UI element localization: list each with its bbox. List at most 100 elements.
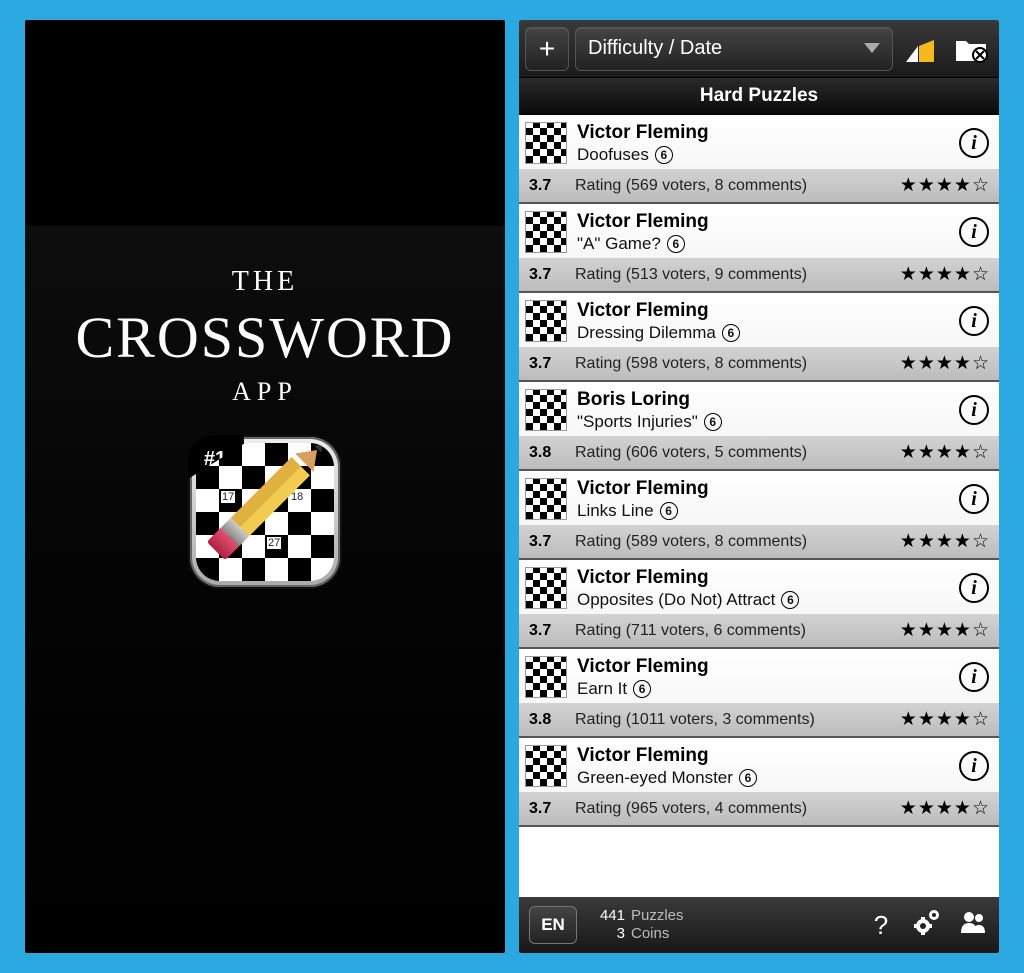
cost-badge: 6 (781, 591, 799, 609)
star-icon: ★ (954, 708, 971, 731)
cost-badge: 6 (667, 235, 685, 253)
app-icon: #1 17 18 27 (190, 437, 340, 587)
puzzle-row[interactable]: Victor Fleming Earn It 6 i 3.8 Rating (1… (519, 649, 999, 738)
info-button[interactable]: i (959, 128, 989, 158)
star-icon: ★ (936, 263, 953, 286)
puzzle-thumbnail (525, 478, 567, 520)
star-icon: ★ (954, 530, 971, 553)
info-button[interactable]: i (959, 751, 989, 781)
star-icon: ☆ (972, 530, 989, 553)
filter-button[interactable] (899, 27, 943, 71)
add-button[interactable]: + (525, 27, 569, 71)
rating-stars: ★★★★☆ (900, 263, 989, 286)
grid-number: 17 (221, 491, 235, 503)
rating-score: 3.8 (529, 711, 563, 729)
star-icon: ☆ (972, 263, 989, 286)
cost-badge: 6 (704, 413, 722, 431)
star-icon: ☆ (972, 441, 989, 464)
puzzle-list[interactable]: Victor Fleming Doofuses 6 i 3.7 Rating (… (519, 115, 999, 897)
title-line-app: APP (76, 377, 455, 407)
star-icon: ★ (900, 352, 917, 375)
chevron-down-icon (864, 43, 880, 61)
puzzle-author: Victor Fleming (577, 656, 949, 678)
puzzle-list-screen: + Difficulty / Date Hard Puzzles Victo (519, 20, 999, 953)
people-icon (959, 909, 987, 935)
info-button[interactable]: i (959, 484, 989, 514)
sort-dropdown[interactable]: Difficulty / Date (575, 27, 893, 71)
star-icon: ★ (918, 441, 935, 464)
rating-score: 3.7 (529, 355, 563, 373)
rating-score: 3.7 (529, 800, 563, 818)
star-icon: ★ (918, 619, 935, 642)
puzzle-thumbnail (525, 567, 567, 609)
star-icon: ★ (954, 263, 971, 286)
info-button[interactable]: i (959, 306, 989, 336)
folder-delete-button[interactable] (949, 27, 993, 71)
rating-stars: ★★★★☆ (900, 441, 989, 464)
puzzle-title: Earn It (577, 679, 627, 699)
star-icon: ★ (900, 708, 917, 731)
puzzle-author: Victor Fleming (577, 211, 949, 233)
rating-text: Rating (569 voters, 8 comments) (575, 177, 888, 195)
rating-stars: ★★★★☆ (900, 708, 989, 731)
star-icon: ★ (936, 441, 953, 464)
title-line-crossword: CROSSWORD (76, 304, 455, 371)
coins-label: Coins (631, 925, 669, 942)
puzzle-row[interactable]: Victor Fleming Doofuses 6 i 3.7 Rating (… (519, 115, 999, 204)
gear-icon (914, 909, 940, 935)
title-line-the: THE (76, 266, 455, 298)
star-icon: ★ (936, 530, 953, 553)
rating-stars: ★★★★☆ (900, 797, 989, 820)
rating-stars: ★★★★☆ (900, 530, 989, 553)
cost-badge: 6 (633, 680, 651, 698)
star-icon: ☆ (972, 797, 989, 820)
folder-x-icon (954, 35, 988, 63)
star-icon: ★ (900, 441, 917, 464)
help-button[interactable]: ? (865, 910, 897, 941)
rating-text: Rating (513 voters, 9 comments) (575, 266, 888, 284)
puzzle-title: Doofuses (577, 145, 649, 165)
rating-text: Rating (711 voters, 6 comments) (575, 622, 888, 640)
puzzles-count: 441 (591, 907, 625, 925)
rating-score: 3.7 (529, 533, 563, 551)
puzzle-author: Victor Fleming (577, 745, 949, 767)
settings-button[interactable] (911, 909, 943, 942)
star-icon: ★ (954, 797, 971, 820)
star-icon: ★ (954, 174, 971, 197)
puzzle-row[interactable]: Victor Fleming "A" Game? 6 i 3.7 Rating … (519, 204, 999, 293)
puzzle-thumbnail (525, 211, 567, 253)
star-icon: ★ (900, 619, 917, 642)
star-icon: ☆ (972, 619, 989, 642)
info-button[interactable]: i (959, 217, 989, 247)
puzzle-row[interactable]: Victor Fleming Links Line 6 i 3.7 Rating… (519, 471, 999, 560)
cost-badge: 6 (660, 502, 678, 520)
star-icon: ☆ (972, 708, 989, 731)
rating-score: 3.7 (529, 177, 563, 195)
info-button[interactable]: i (959, 662, 989, 692)
info-button[interactable]: i (959, 395, 989, 425)
star-icon: ★ (918, 708, 935, 731)
star-icon: ☆ (972, 174, 989, 197)
star-icon: ★ (954, 619, 971, 642)
puzzle-author: Victor Fleming (577, 122, 949, 144)
puzzle-row[interactable]: Boris Loring "Sports Injuries" 6 i 3.8 R… (519, 382, 999, 471)
star-icon: ☆ (972, 352, 989, 375)
puzzle-title: "A" Game? (577, 234, 661, 254)
rating-text: Rating (589 voters, 8 comments) (575, 533, 888, 551)
rating-text: Rating (598 voters, 8 comments) (575, 355, 888, 373)
star-icon: ★ (900, 174, 917, 197)
sort-label: Difficulty / Date (588, 37, 722, 60)
rating-stars: ★★★★☆ (900, 174, 989, 197)
star-icon: ★ (936, 619, 953, 642)
puzzle-row[interactable]: Victor Fleming Opposites (Do Not) Attrac… (519, 560, 999, 649)
star-icon: ★ (918, 352, 935, 375)
counts-display: 441Puzzles 3Coins (591, 907, 851, 943)
puzzle-thumbnail (525, 656, 567, 698)
rating-score: 3.7 (529, 266, 563, 284)
puzzle-row[interactable]: Victor Fleming Dressing Dilemma 6 i 3.7 … (519, 293, 999, 382)
profile-button[interactable] (957, 909, 989, 942)
info-button[interactable]: i (959, 573, 989, 603)
language-button[interactable]: EN (529, 906, 577, 944)
puzzle-row[interactable]: Victor Fleming Green-eyed Monster 6 i 3.… (519, 738, 999, 827)
star-icon: ★ (936, 708, 953, 731)
